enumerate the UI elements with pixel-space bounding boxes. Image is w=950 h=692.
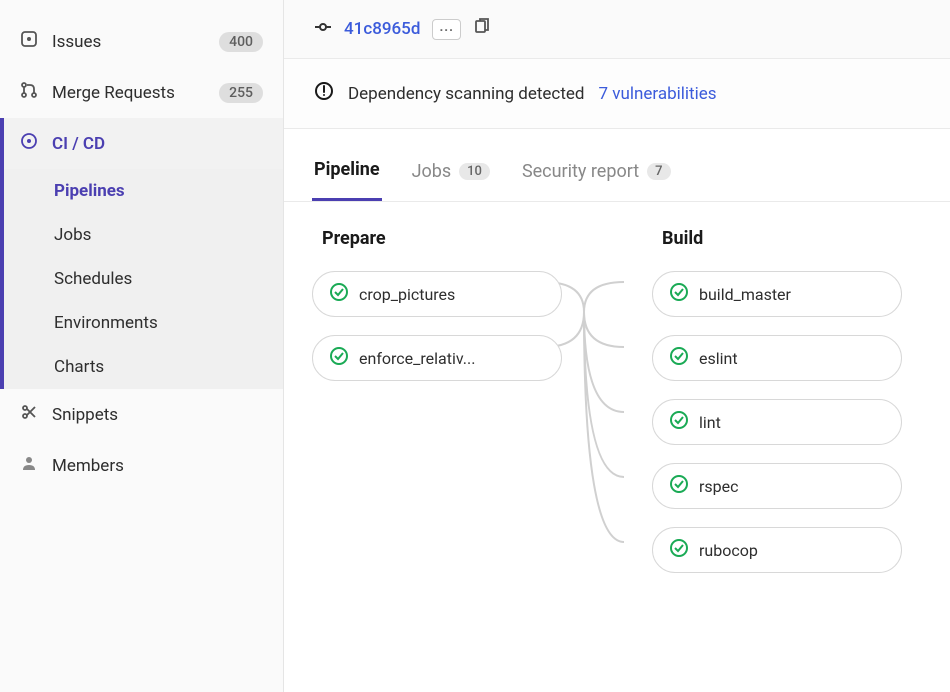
expand-commit-button[interactable]: ...: [432, 19, 461, 40]
tab-pipeline-label: Pipeline: [314, 159, 380, 180]
commit-icon: [314, 18, 332, 40]
issues-label: Issues: [52, 32, 101, 52]
job-crop-pictures[interactable]: crop_pictures: [312, 271, 562, 317]
stage-prepare-title: Prepare: [312, 228, 562, 249]
status-passed-icon: [329, 346, 349, 370]
job-label: rspec: [699, 477, 739, 496]
tab-jobs-label: Jobs: [412, 161, 452, 182]
sidebar-item-snippets[interactable]: Snippets: [0, 389, 283, 440]
copy-icon[interactable]: [473, 18, 491, 40]
merge-requests-label: Merge Requests: [52, 83, 175, 103]
main-content: 41c8965d ... Dependency scanning detecte…: [284, 0, 950, 692]
tab-security-count: 7: [647, 163, 670, 180]
issues-count-badge: 400: [219, 32, 263, 52]
job-label: enforce_relativ...: [359, 349, 475, 368]
cicd-label: CI / CD: [52, 134, 105, 154]
tab-jobs-count: 10: [459, 163, 490, 180]
job-rubocop[interactable]: rubocop: [652, 527, 902, 573]
job-label: build_master: [699, 285, 791, 304]
job-label: lint: [699, 413, 721, 432]
stage-build-title: Build: [652, 228, 902, 249]
rocket-icon: [20, 132, 38, 155]
scissors-icon: [20, 403, 38, 426]
tab-jobs[interactable]: Jobs 10: [410, 143, 492, 201]
sidebar: Issues 400 Merge Requests 255 CI / CD Pi…: [0, 0, 284, 692]
submenu-charts[interactable]: Charts: [4, 345, 283, 389]
merge-icon: [20, 81, 38, 104]
submenu-jobs[interactable]: Jobs: [4, 213, 283, 257]
sidebar-item-cicd[interactable]: CI / CD: [0, 118, 283, 169]
job-eslint[interactable]: eslint: [652, 335, 902, 381]
sidebar-item-merge-requests[interactable]: Merge Requests 255: [0, 67, 283, 118]
job-enforce-relative[interactable]: enforce_relativ...: [312, 335, 562, 381]
pipeline-graph: Prepare crop_pictures enforce_relativ...…: [284, 202, 950, 617]
tab-bar: Pipeline Jobs 10 Security report 7: [284, 143, 950, 202]
tab-security-label: Security report: [522, 161, 639, 182]
status-passed-icon: [669, 474, 689, 498]
cicd-submenu: Pipelines Jobs Schedules Environments Ch…: [0, 169, 283, 389]
members-label: Members: [52, 456, 124, 476]
vulnerabilities-link[interactable]: 7 vulnerabilities: [599, 84, 717, 104]
status-passed-icon: [669, 410, 689, 434]
submenu-schedules[interactable]: Schedules: [4, 257, 283, 301]
submenu-environments[interactable]: Environments: [4, 301, 283, 345]
person-icon: [20, 454, 38, 477]
job-label: rubocop: [699, 541, 758, 560]
sidebar-item-members[interactable]: Members: [0, 440, 283, 491]
status-passed-icon: [669, 282, 689, 306]
job-lint[interactable]: lint: [652, 399, 902, 445]
submenu-pipelines[interactable]: Pipelines: [4, 169, 283, 213]
banner-text: Dependency scanning detected: [348, 84, 585, 104]
commit-bar: 41c8965d ...: [284, 0, 950, 59]
tab-pipeline[interactable]: Pipeline: [312, 143, 382, 201]
status-passed-icon: [669, 346, 689, 370]
snippets-label: Snippets: [52, 405, 118, 425]
stage-prepare: Prepare crop_pictures enforce_relativ...: [312, 228, 562, 591]
warning-icon: [314, 81, 334, 106]
job-build-master[interactable]: build_master: [652, 271, 902, 317]
issues-icon: [20, 30, 38, 53]
job-rspec[interactable]: rspec: [652, 463, 902, 509]
job-label: crop_pictures: [359, 285, 455, 304]
status-passed-icon: [329, 282, 349, 306]
sidebar-item-issues[interactable]: Issues 400: [0, 16, 283, 67]
status-passed-icon: [669, 538, 689, 562]
merge-requests-count-badge: 255: [219, 83, 263, 103]
stage-build: Build build_master eslint lint: [652, 228, 902, 591]
job-label: eslint: [699, 349, 738, 368]
commit-hash-link[interactable]: 41c8965d: [344, 19, 420, 39]
tab-security-report[interactable]: Security report 7: [520, 143, 673, 201]
security-banner: Dependency scanning detected 7 vulnerabi…: [284, 59, 950, 129]
